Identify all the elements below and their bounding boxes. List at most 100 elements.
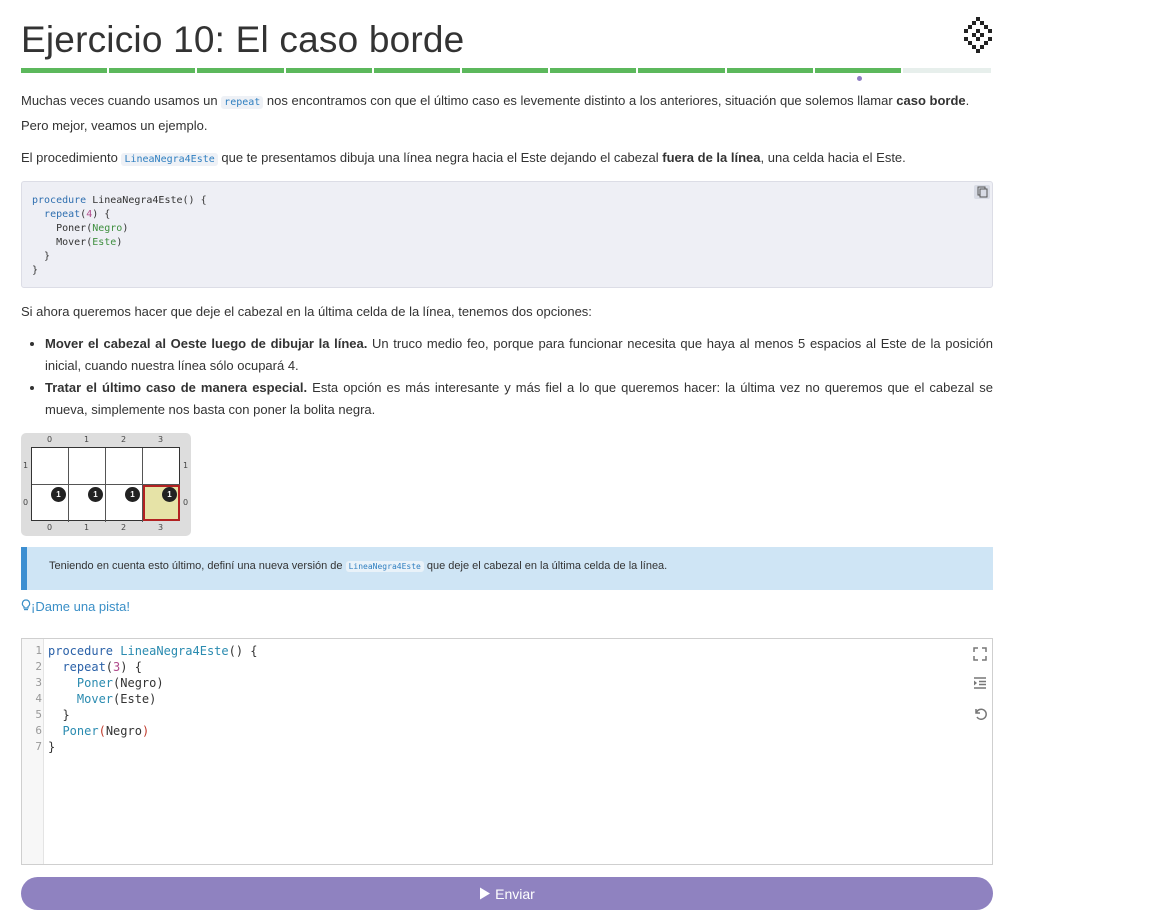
- editor-line[interactable]: 3 Poner(Negro): [22, 675, 992, 691]
- progress-segment-done[interactable]: [550, 68, 637, 73]
- code-token: }: [32, 265, 39, 276]
- list-item: Mover el cabezal al Oeste luego de dibuj…: [45, 333, 993, 377]
- black-ball: 1: [51, 487, 66, 502]
- code-token: }: [44, 251, 51, 262]
- gobstones-logo-icon: [964, 17, 992, 53]
- col-label-top: 1: [84, 435, 90, 444]
- line-number: 1: [35, 644, 42, 657]
- bold-text: Tratar el último caso de manera especial…: [45, 380, 308, 395]
- code-token: () {: [228, 644, 258, 658]
- format-code-button[interactable]: [972, 675, 988, 691]
- col-label-top: 3: [158, 435, 164, 444]
- current-exercise-marker: [857, 76, 862, 81]
- board-grid: 1 1 1 1: [31, 447, 180, 522]
- code-token: LineaNegra4Este: [113, 644, 229, 658]
- code-token: ): [141, 724, 150, 738]
- expand-icon: [973, 647, 987, 661]
- code-token: Negro: [105, 724, 142, 738]
- progress-segment-done[interactable]: [21, 68, 108, 73]
- col-label-bottom: 1: [84, 523, 90, 532]
- code-token: Mover(: [56, 237, 93, 248]
- undo-icon: [975, 708, 987, 720]
- reset-code-button[interactable]: [972, 705, 988, 721]
- line-number: 6: [35, 724, 42, 737]
- code-token: repeat: [44, 209, 81, 220]
- code-token: Mover: [48, 692, 114, 706]
- hint-link[interactable]: ¡Dame una pista!: [21, 599, 130, 614]
- progress-segment-pending[interactable]: [903, 68, 992, 73]
- progress-segment-done[interactable]: [197, 68, 284, 73]
- editor-line[interactable]: 5 }: [22, 707, 992, 723]
- options-list: Mover el cabezal al Oeste luego de dibuj…: [21, 333, 993, 421]
- row-label-left: 0: [23, 498, 29, 507]
- editor-line[interactable]: 1 procedure LineaNegra4Este() {: [22, 643, 992, 659]
- text: que deje el cabezal en la última celda d…: [423, 560, 668, 572]
- editor-line[interactable]: 6 Poner(Negro): [22, 723, 992, 739]
- code-token: ): [122, 223, 129, 234]
- board-cell: [69, 448, 106, 485]
- code-token: (: [105, 660, 114, 674]
- hint-label[interactable]: ¡Dame una pista!: [31, 599, 130, 614]
- progress-segment-current[interactable]: [814, 68, 902, 73]
- row-label-left: 1: [23, 461, 29, 470]
- list-item: Tratar el último caso de manera especial…: [45, 377, 993, 421]
- col-label-top: 2: [121, 435, 127, 444]
- line-number: 5: [35, 708, 42, 721]
- board-cell: 1: [106, 485, 143, 522]
- text: nos encontramos con que el último caso e…: [263, 93, 897, 108]
- code-token: }: [48, 708, 70, 722]
- code-token: Poner: [48, 724, 99, 738]
- code-token: repeat: [48, 660, 106, 674]
- code-token: Negro: [92, 223, 123, 234]
- col-label-bottom: 3: [158, 523, 164, 532]
- code-token: Poner(: [56, 223, 93, 234]
- line-number: 2: [35, 660, 42, 673]
- intro-paragraph-1: Muchas veces cuando usamos un repeat nos…: [21, 89, 993, 137]
- board-cell-head: 1: [143, 485, 180, 521]
- inline-code: LineaNegra4Este: [121, 153, 218, 166]
- copy-icon: [977, 186, 988, 198]
- line-number: 3: [35, 676, 42, 689]
- board-cell: [32, 448, 69, 485]
- progress-bar: [21, 68, 992, 73]
- bold-text: caso borde: [896, 93, 966, 108]
- line-number: 4: [35, 692, 42, 705]
- progress-segment-done[interactable]: [373, 68, 461, 73]
- progress-segment-done[interactable]: [726, 68, 813, 73]
- code-token: procedure: [32, 195, 87, 206]
- text: Teniendo en cuenta esto último, definí u…: [49, 560, 346, 572]
- bold-text: Mover el cabezal al Oeste luego de dibuj…: [45, 336, 368, 351]
- gobstones-board: 0 1 2 3 0 1 2 3 1 0 1 0 1 1 1 1: [21, 433, 191, 536]
- editor-lines[interactable]: 1 procedure LineaNegra4Este() { 2 repeat(…: [22, 643, 992, 755]
- code-token: ): [116, 237, 123, 248]
- code-token: ) {: [92, 209, 111, 220]
- submit-button[interactable]: Enviar: [21, 877, 993, 910]
- example-code-block: procedure LineaNegra4Este() { repeat(4) …: [21, 181, 993, 288]
- bold-text: fuera de la línea: [662, 150, 761, 165]
- intro-paragraph-2: El procedimiento LineaNegra4Este que te …: [21, 146, 993, 171]
- editor-line[interactable]: 2 repeat(3) {: [22, 659, 992, 675]
- code-token: (Este): [113, 692, 157, 706]
- copy-code-button[interactable]: [974, 185, 990, 199]
- progress-segment-done[interactable]: [285, 68, 372, 73]
- progress-segment-done[interactable]: [462, 68, 549, 73]
- fullscreen-button[interactable]: [972, 646, 988, 662]
- code-editor[interactable]: 1 procedure LineaNegra4Este() { 2 repeat(…: [21, 638, 993, 865]
- editor-line[interactable]: 7}: [22, 739, 992, 755]
- page-title: Ejercicio 10: El caso borde: [21, 19, 465, 60]
- code-token: (Negro): [113, 676, 164, 690]
- line-number: 7: [35, 740, 42, 753]
- options-intro: Si ahora queremos hacer que deje el cabe…: [21, 304, 592, 319]
- row-label-right: 1: [183, 461, 189, 470]
- progress-segment-done[interactable]: [638, 68, 725, 73]
- code-token: Este: [92, 237, 117, 248]
- indent-icon: [974, 677, 986, 689]
- editor-line[interactable]: 4 Mover(Este): [22, 691, 992, 707]
- inline-code: LineaNegra4Este: [345, 561, 424, 572]
- task-notice: Teniendo en cuenta esto último, definí u…: [21, 547, 993, 590]
- text: Muchas veces cuando usamos un: [21, 93, 222, 108]
- board-cell: [106, 448, 143, 485]
- progress-segment-done[interactable]: [109, 68, 196, 73]
- board-cell: 1: [69, 485, 106, 522]
- text: que te presentamos dibuja una línea negr…: [217, 150, 663, 165]
